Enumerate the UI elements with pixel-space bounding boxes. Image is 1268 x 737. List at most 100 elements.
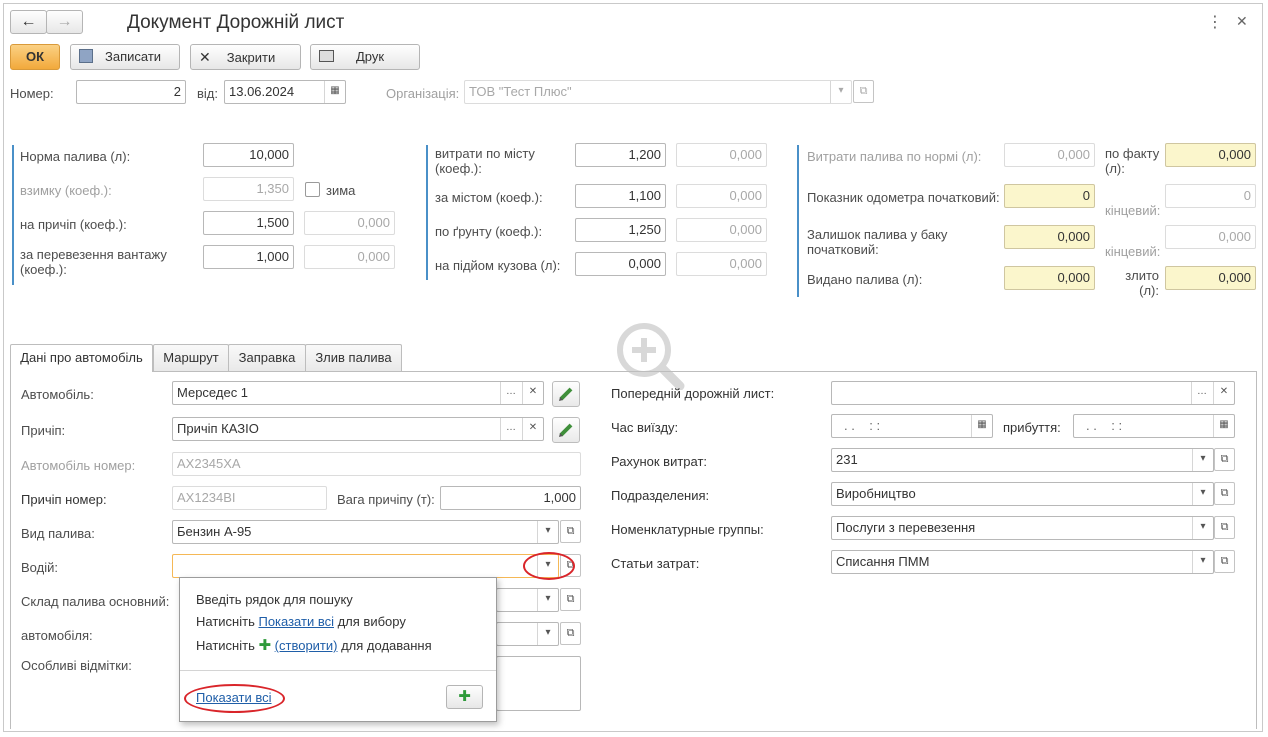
save-button[interactable]: Записати — [70, 44, 180, 70]
trailer-weight-field[interactable]: 1,000 — [440, 486, 581, 510]
car2-field[interactable]: ▾ — [496, 622, 559, 646]
print-button[interactable]: Друк — [310, 44, 420, 70]
fact-field[interactable]: 0,000 — [1165, 143, 1256, 167]
section-bar-city — [426, 145, 428, 280]
chevron-down-icon[interactable]: ▾ — [537, 521, 558, 543]
depart-label: Час виїзду: — [611, 420, 679, 435]
calendar-icon[interactable]: ▦ — [1213, 415, 1234, 437]
prev-waybill-field[interactable]: … ✕ — [831, 381, 1235, 405]
calendar-icon[interactable]: ▦ — [971, 415, 992, 437]
number-field[interactable]: 2 — [76, 80, 186, 104]
nomgroup-field[interactable]: Послуги з перевезення ▾ — [831, 516, 1214, 540]
cost-item-open-icon[interactable]: ⧉ — [1214, 550, 1235, 573]
trailer-no-label: Причіп номер: — [21, 492, 107, 507]
cost-item-label: Статьи затрат: — [611, 556, 700, 571]
pencil-icon — [559, 423, 573, 437]
chevron-down-icon[interactable]: ▾ — [1192, 449, 1213, 471]
trailer-coef-field[interactable]: 1,500 — [203, 211, 294, 235]
pencil-icon — [559, 387, 573, 401]
body-lift-result: 0,000 — [676, 252, 767, 276]
warehouse-field[interactable]: ▾ — [496, 588, 559, 612]
show-all-link[interactable]: Показати всі — [258, 614, 334, 629]
section-bar-fuel — [797, 145, 799, 297]
driver-label: Водій: — [21, 560, 58, 575]
drained-field[interactable]: 0,000 — [1165, 266, 1256, 290]
org-open-icon: ⧉ — [853, 80, 874, 103]
more-menu-icon[interactable]: ⋮ — [1207, 12, 1223, 32]
arrive-label: прибуття: — [1003, 420, 1061, 435]
city-coef-label: витрати по місту (коеф.): — [435, 146, 535, 176]
outcity-coef-field[interactable]: 1,100 — [575, 184, 666, 208]
account-open-icon[interactable]: ⧉ — [1214, 448, 1235, 471]
annotation-oval-show-all — [184, 684, 285, 713]
warehouse-open-icon[interactable]: ⧉ — [560, 588, 581, 611]
chevron-down-icon[interactable]: ▾ — [1192, 551, 1213, 573]
tab-refuel[interactable]: Заправка — [228, 344, 306, 371]
body-lift-field[interactable]: 0,000 — [575, 252, 666, 276]
fuel-type-field[interactable]: Бензин А-95 ▾ — [172, 520, 559, 544]
car2-open-icon[interactable]: ⧉ — [560, 622, 581, 645]
floppy-icon — [79, 49, 93, 63]
nomgroup-open-icon[interactable]: ⧉ — [1214, 516, 1235, 539]
dept-field[interactable]: Виробництво ▾ — [831, 482, 1214, 506]
fuel-type-open-icon[interactable]: ⧉ — [560, 520, 581, 543]
create-link[interactable]: (створити) — [275, 638, 338, 653]
issued-field[interactable]: 0,000 — [1004, 266, 1095, 290]
plus-icon: ✚ — [458, 688, 471, 705]
chevron-down-icon[interactable]: ▾ — [1192, 517, 1213, 539]
clear-icon[interactable]: ✕ — [522, 382, 543, 404]
car-edit-button[interactable] — [552, 381, 580, 407]
add-button[interactable]: ✚ — [446, 685, 483, 709]
odo-start-field[interactable]: 0 — [1004, 184, 1095, 208]
account-field[interactable]: 231 ▾ — [831, 448, 1214, 472]
tab-drain[interactable]: Злив палива — [305, 344, 402, 371]
winter-checkbox[interactable] — [305, 182, 320, 197]
popup-divider — [180, 670, 496, 671]
cost-item-field[interactable]: Списання ПММ ▾ — [831, 550, 1214, 574]
ground-coef-field[interactable]: 1,250 — [575, 218, 666, 242]
select-ellipsis-icon[interactable]: … — [500, 382, 521, 404]
arrive-field[interactable]: . . : : ▦ — [1073, 414, 1235, 438]
back-button[interactable]: ← — [10, 10, 47, 34]
select-ellipsis-icon[interactable]: … — [1191, 382, 1212, 404]
car-label: Автомобіль: — [21, 387, 94, 402]
fuel-norm-label: Норма палива (л): — [20, 149, 131, 164]
winter-checkbox-label: зима — [326, 183, 356, 198]
driver-field[interactable]: ▾ — [172, 554, 559, 578]
chevron-down-icon[interactable]: ▾ — [537, 623, 558, 645]
org-label: Організація: — [386, 86, 460, 101]
forward-button[interactable]: → — [46, 10, 83, 34]
clear-icon[interactable]: ✕ — [1213, 382, 1234, 404]
window-title: Документ Дорожній лист — [127, 12, 345, 33]
trailer-edit-button[interactable] — [552, 417, 580, 443]
car-no-field: AX2345XA — [172, 452, 581, 476]
depart-field[interactable]: . . : : ▦ — [831, 414, 993, 438]
calendar-icon[interactable]: ▦ — [324, 81, 345, 103]
chevron-down-icon[interactable]: ▾ — [1192, 483, 1213, 505]
cargo-coef-field[interactable]: 1,000 — [203, 245, 294, 269]
popup-hint-create: Натисніть ✚ (створити) для додавання — [196, 637, 432, 654]
notes-field[interactable] — [496, 656, 581, 711]
fuel-norm-field[interactable]: 10,000 — [203, 143, 294, 167]
car-field[interactable]: Мерседес 1 … ✕ — [172, 381, 544, 405]
chevron-down-icon: ▾ — [830, 81, 851, 103]
tank-end-label: кінцевий: — [1105, 244, 1161, 259]
ok-button[interactable]: ОК — [10, 44, 60, 70]
close-button[interactable]: ✕ Закрити — [190, 44, 301, 70]
close-window-icon[interactable]: ✕ — [1236, 13, 1248, 30]
date-field[interactable]: 13.06.2024 ▦ — [224, 80, 346, 104]
clear-icon[interactable]: ✕ — [522, 418, 543, 440]
odo-end-field: 0 — [1165, 184, 1256, 208]
body-lift-label: на підйом кузова (л): — [435, 258, 561, 273]
tab-vehicle-data[interactable]: Дані про автомобіль — [10, 344, 153, 372]
plus-icon: ✚ — [258, 637, 272, 654]
org-field: ТОВ "Тест Плюс" ▾ — [464, 80, 852, 104]
chevron-down-icon[interactable]: ▾ — [537, 589, 558, 611]
city-coef-field[interactable]: 1,200 — [575, 143, 666, 167]
tab-route[interactable]: Маршрут — [153, 344, 229, 371]
select-ellipsis-icon[interactable]: … — [500, 418, 521, 440]
tank-start-field[interactable]: 0,000 — [1004, 225, 1095, 249]
dept-open-icon[interactable]: ⧉ — [1214, 482, 1235, 505]
tab-active-mask — [11, 370, 152, 372]
trailer-field[interactable]: Причіп КАЗІО … ✕ — [172, 417, 544, 441]
